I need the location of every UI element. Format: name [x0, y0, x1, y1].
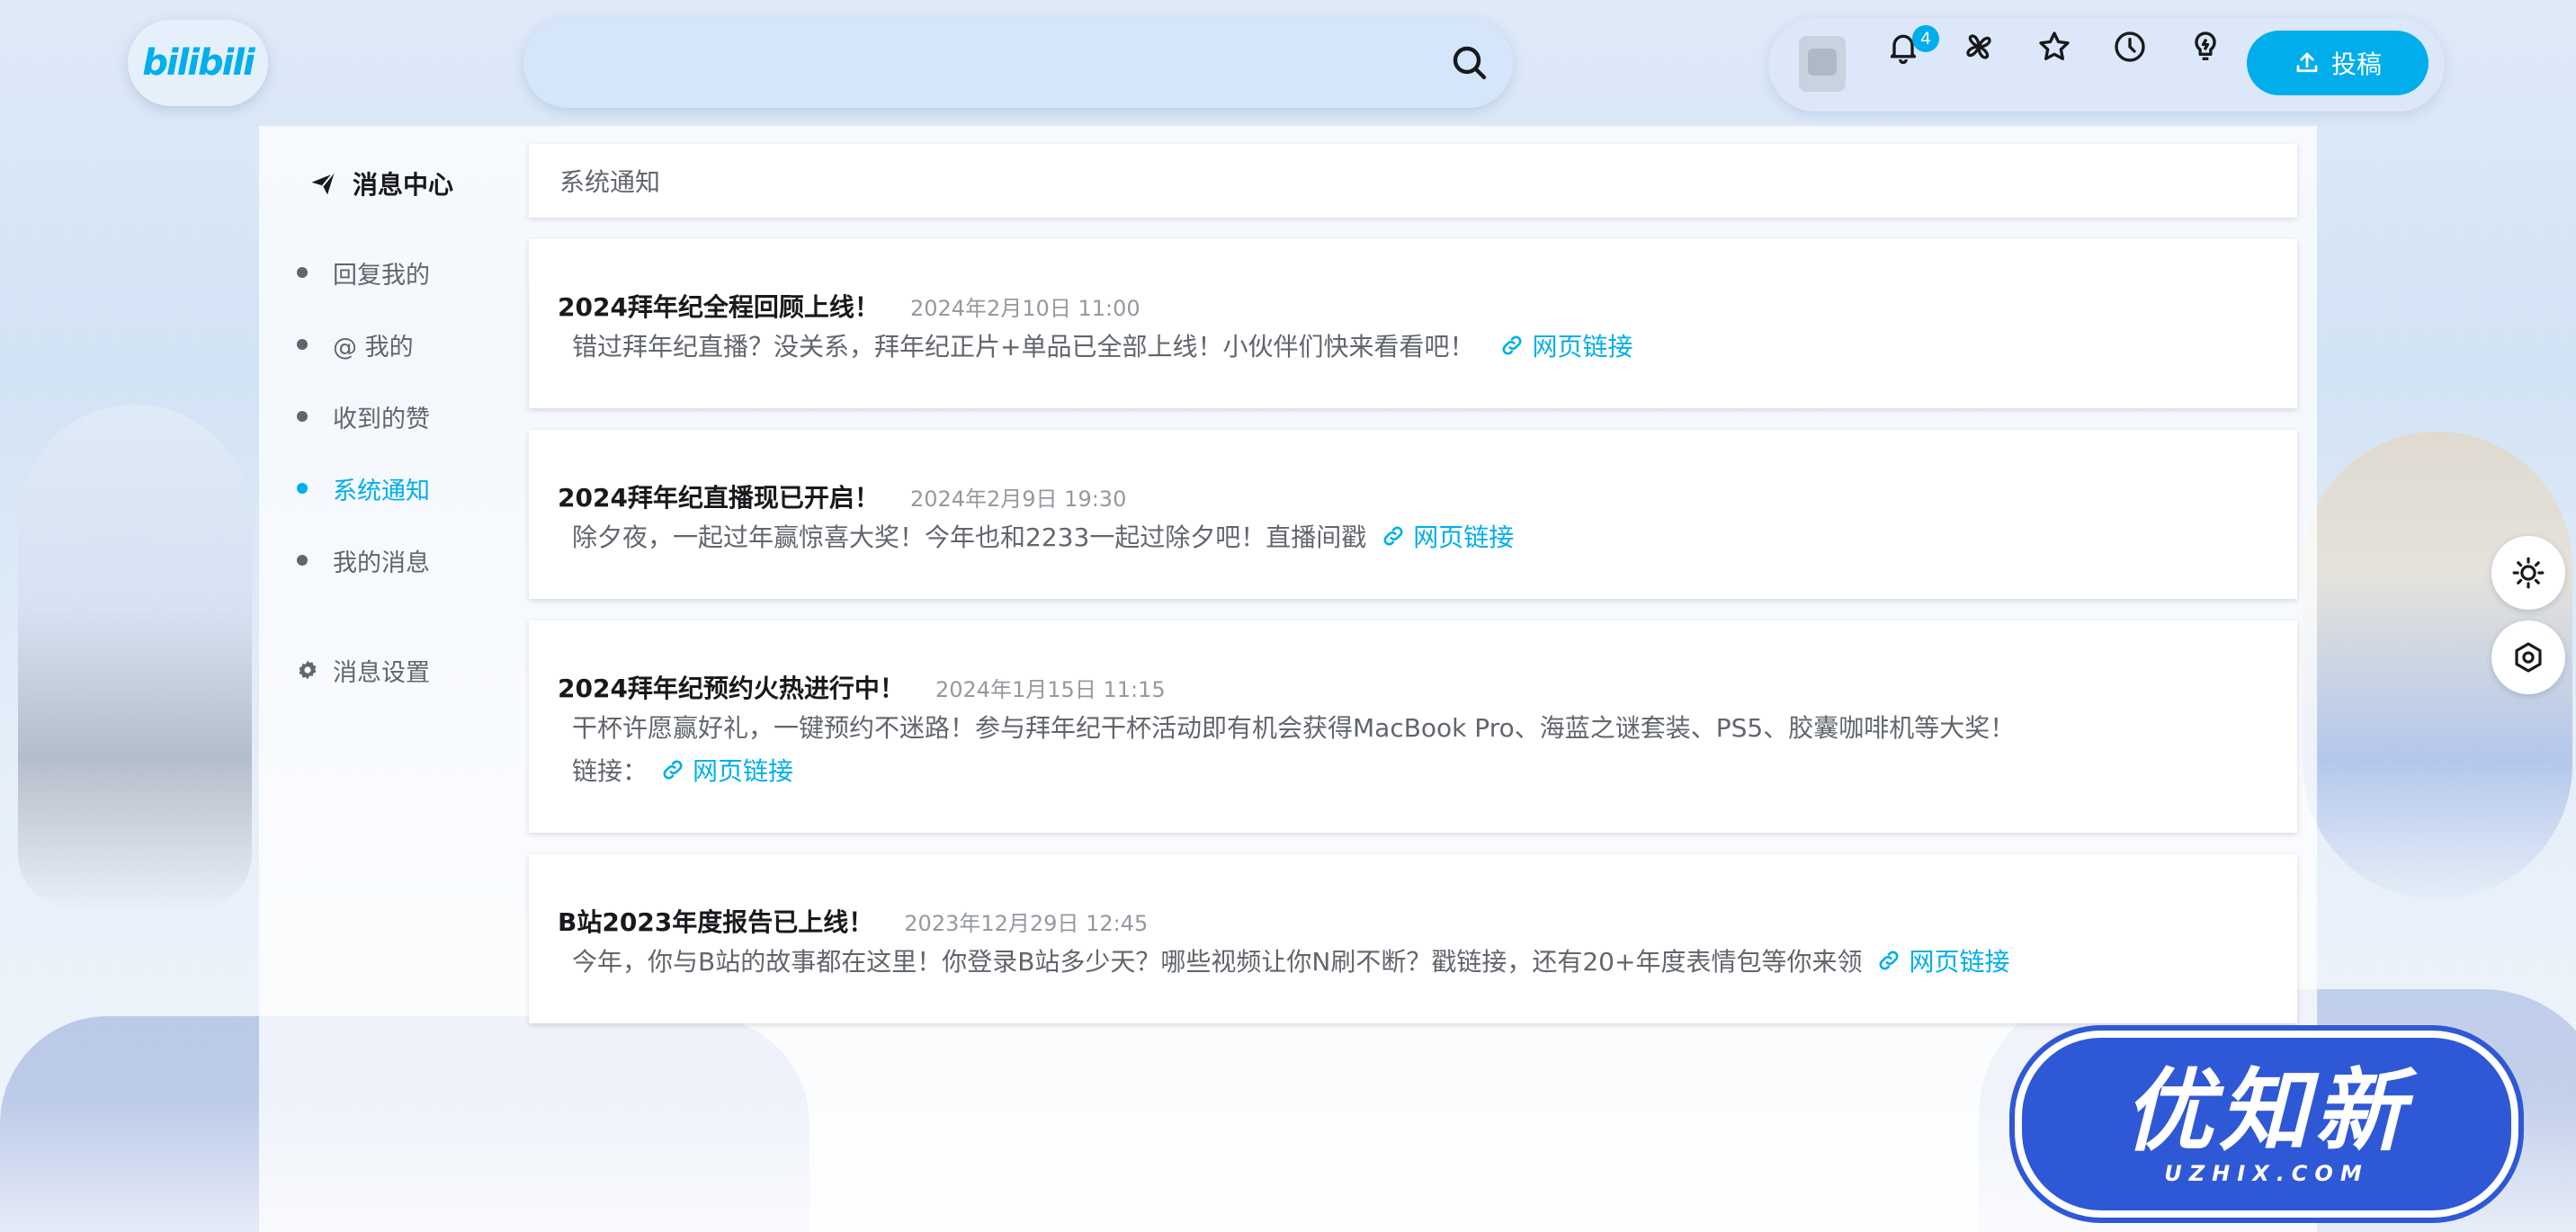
notification-badge: 4 — [1912, 25, 1939, 52]
star-icon[interactable] — [2031, 23, 2078, 70]
logo-text: bilibili — [142, 42, 255, 84]
link-icon — [1880, 951, 1899, 970]
search-icon[interactable] — [1448, 41, 1491, 85]
search-input[interactable] — [559, 36, 1409, 92]
upload-button[interactable]: 投稿 — [2247, 31, 2428, 95]
sidebar-item-reply[interactable]: 回复我的 — [297, 253, 430, 292]
sidebar-title: 消息中心 — [309, 164, 453, 203]
watermark-logo: 优知新 UZHIX.COM — [2015, 1031, 2518, 1218]
notice-body: 干杯许愿赢好礼，一键预约不迷路！参与拜年纪干杯活动即有机会获得MacBook P… — [572, 713, 2016, 743]
web-link[interactable]: 网页链接 — [660, 752, 793, 788]
search-bar[interactable] — [523, 18, 1513, 108]
upload-icon — [2296, 52, 2318, 73]
clock-icon[interactable] — [2106, 23, 2153, 70]
notice-body: 今年，你与B站的故事都在这里！你登录B站多少天？哪些视频让你N刷不断？戳链接，还… — [572, 947, 1863, 977]
notice-card: 2024拜年纪全程回顾上线！ 2024年2月10日 11:00 错过拜年纪直播？… — [529, 239, 2297, 408]
link-icon — [663, 760, 683, 780]
notice-title: 2024拜年纪直播现已开启！ — [558, 483, 880, 513]
paper-plane-icon — [311, 173, 335, 195]
bullet-icon — [297, 411, 308, 422]
notice-time: 2024年2月9日 19:30 — [909, 487, 1127, 512]
notice-time: 2024年2月10日 11:00 — [909, 296, 1140, 321]
link-icon — [1503, 335, 1522, 355]
settings-button[interactable] — [2491, 620, 2565, 694]
notice-time: 2023年12月29日 12:45 — [904, 911, 1149, 936]
notice-title: 2024拜年纪预约火热进行中！ — [558, 674, 905, 703]
pinwheel-icon[interactable] — [1955, 23, 2002, 70]
notice-time: 2024年1月15日 11:15 — [935, 677, 1166, 702]
link-icon — [1383, 526, 1403, 546]
bilibili-logo[interactable]: bilibili — [128, 20, 268, 106]
notice-card: 2024拜年纪预约火热进行中！ 2024年1月15日 11:15 干杯许愿赢好礼… — [529, 620, 2297, 833]
bullet-icon — [297, 267, 308, 278]
section-title: 系统通知 — [529, 144, 2297, 218]
notice-title: B站2023年度报告已上线！ — [558, 907, 874, 937]
sun-icon — [2512, 557, 2545, 589]
web-link[interactable]: 网页链接 — [1876, 942, 2009, 978]
sidebar-item-mention[interactable]: @ 我的 — [297, 325, 414, 364]
web-link[interactable]: 网页链接 — [1381, 518, 1514, 554]
notice-body: 错过拜年纪直播？没关系，拜年纪正片+单品已全部上线！小伙伴们快来看看吧！ — [572, 332, 1475, 362]
notice-title: 2024拜年纪全程回顾上线！ — [558, 292, 880, 322]
lightbulb-icon[interactable] — [2182, 23, 2229, 70]
web-link[interactable]: 网页链接 — [1499, 327, 1632, 363]
background-character-left — [18, 405, 252, 908]
notice-card: 2024拜年纪直播现已开启！ 2024年2月9日 19:30 除夕夜，一起过年赢… — [529, 430, 2297, 599]
bullet-icon — [297, 339, 308, 350]
upload-label: 投稿 — [2330, 50, 2382, 78]
avatar[interactable] — [1799, 36, 1846, 92]
sidebar-item-message-settings[interactable]: 消息设置 — [297, 650, 430, 690]
notice-body: 除夕夜，一起过年赢惊喜大奖！今年也和2233一起过除夕吧！直播间戳 — [572, 522, 1367, 552]
bullet-icon — [297, 555, 308, 566]
gear-icon — [299, 660, 317, 680]
sidebar-item-system-notice[interactable]: 系统通知 — [297, 469, 430, 508]
bullet-icon — [297, 483, 308, 494]
sidebar-item-likes[interactable]: 收到的赞 — [297, 397, 430, 436]
notice-body-link-label: 链接： — [572, 756, 648, 786]
notice-card: B站2023年度报告已上线！ 2023年12月29日 12:45 今年，你与B站… — [529, 854, 2297, 1023]
settings-icon — [2515, 642, 2542, 673]
sidebar-item-my-messages[interactable]: 我的消息 — [297, 540, 430, 580]
theme-toggle-button[interactable] — [2491, 536, 2565, 610]
